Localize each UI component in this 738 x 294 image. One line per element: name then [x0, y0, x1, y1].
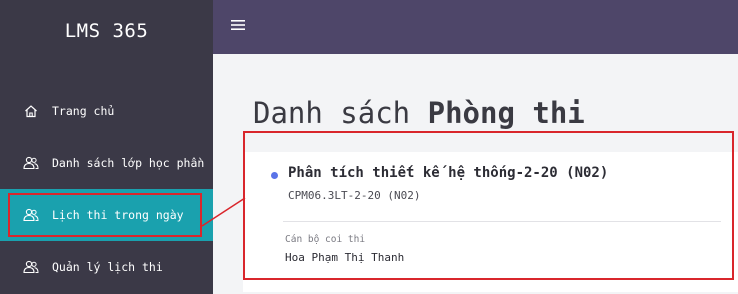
- sidebar: LMS 365 Trang chủ Danh sách lớp học phần…: [0, 0, 213, 294]
- sidebar-item-label: Trang chủ: [52, 104, 115, 118]
- sidebar-item-home[interactable]: Trang chủ: [0, 85, 213, 137]
- sidebar-item-class-list[interactable]: Danh sách lớp học phần: [0, 137, 213, 189]
- course-name[interactable]: Phân tích thiết kế hệ thống-2-20 (N02): [288, 165, 608, 181]
- bullet-dot-icon: [271, 172, 278, 179]
- exam-room-card[interactable]: Phân tích thiết kế hệ thống-2-20 (N02) C…: [243, 152, 738, 292]
- users-icon: [22, 260, 40, 274]
- app-logo[interactable]: LMS 365: [0, 0, 213, 62]
- sidebar-item-label: Quản lý lịch thi: [52, 260, 163, 274]
- page-title: Danh sách Phòng thi: [253, 96, 585, 130]
- home-icon: [22, 104, 40, 118]
- sidebar-item-exam-management[interactable]: Quản lý lịch thi: [0, 241, 213, 293]
- main-content: Danh sách Phòng thi Phân tích thiết kế h…: [213, 54, 738, 294]
- users-icon: [22, 208, 40, 222]
- top-bar: [213, 0, 738, 54]
- sidebar-item-label: Lịch thi trong ngày: [52, 208, 184, 222]
- sidebar-item-label: Danh sách lớp học phần: [52, 156, 205, 170]
- page-title-bold: Phòng thi: [427, 96, 585, 130]
- divider: [283, 221, 721, 222]
- proctor-name: Hoa Phạm Thị Thanh: [285, 251, 405, 264]
- proctor-label: Cán bộ coi thi: [285, 234, 366, 245]
- hamburger-icon[interactable]: [231, 17, 245, 35]
- page-title-regular: Danh sách: [253, 96, 428, 130]
- sidebar-item-daily-exams[interactable]: Lịch thi trong ngày: [0, 189, 213, 241]
- course-code: CPM06.3LT-2-20 (N02): [288, 189, 421, 202]
- users-icon: [22, 156, 40, 170]
